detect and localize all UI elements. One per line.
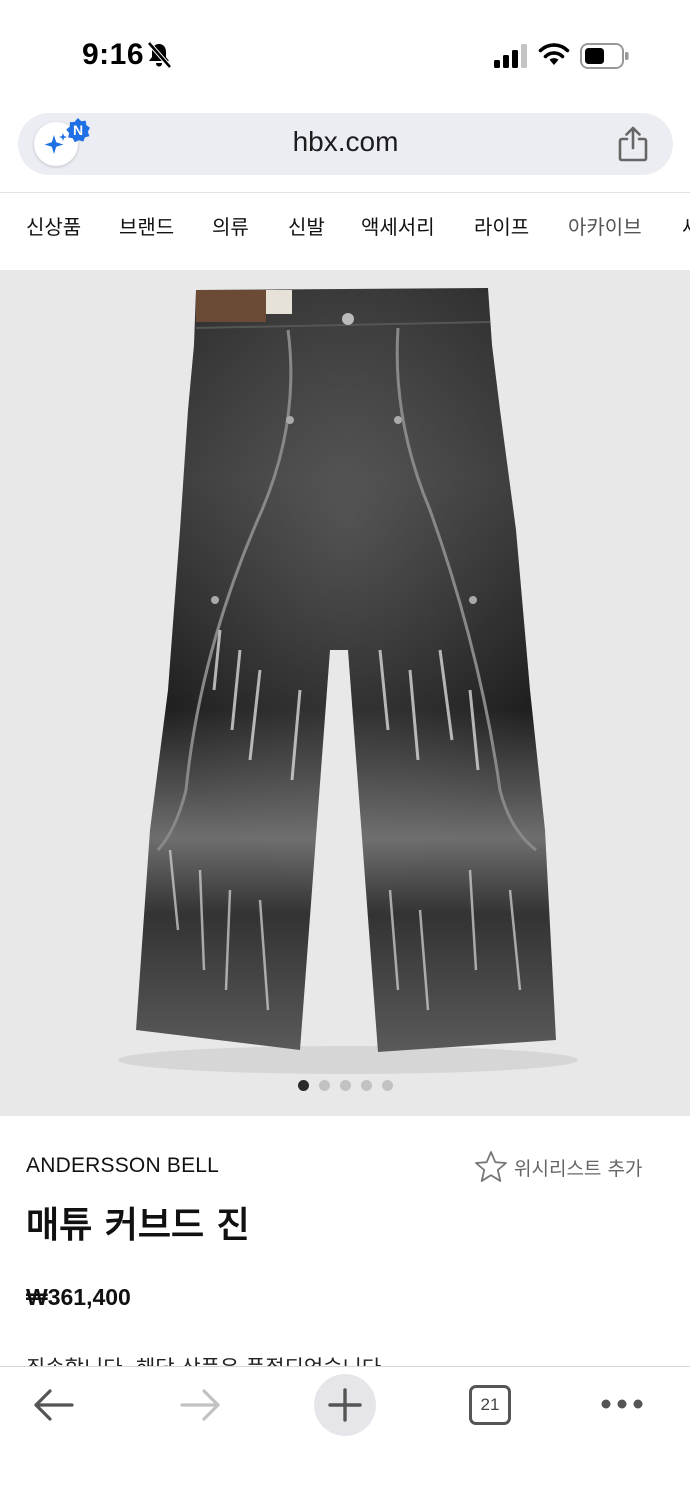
- carousel-dot[interactable]: [382, 1080, 393, 1091]
- carousel-dot[interactable]: [319, 1080, 330, 1091]
- url-text[interactable]: hbx.com: [18, 126, 673, 158]
- carousel-dot[interactable]: [298, 1080, 309, 1091]
- tab-count: 21: [480, 1395, 500, 1414]
- carousel-dots: [0, 1080, 690, 1094]
- jeans-photo: [118, 288, 578, 1074]
- nav-item-brands[interactable]: 브랜드: [119, 211, 174, 240]
- category-nav: 신상품 브랜드 의류 신발 액세서리 라이프 아카이브 세: [0, 193, 690, 270]
- address-bar[interactable]: N hbx.com: [18, 113, 673, 175]
- new-tab-button[interactable]: [314, 1374, 376, 1436]
- nav-item-more[interactable]: 세: [682, 211, 690, 240]
- share-icon[interactable]: [617, 126, 649, 162]
- wishlist-button[interactable]: 위시리스트 추가: [474, 1150, 664, 1184]
- nav-item-new[interactable]: 신상품: [26, 211, 81, 240]
- carousel-dot[interactable]: [361, 1080, 372, 1091]
- star-icon: [475, 1151, 507, 1182]
- brand-name[interactable]: ANDERSSON BELL: [26, 1154, 219, 1178]
- carousel-dot[interactable]: [340, 1080, 351, 1091]
- more-icon[interactable]: [600, 1397, 644, 1411]
- status-bar: 9:16: [0, 0, 690, 110]
- nav-item-accessories[interactable]: 액세서리: [361, 211, 435, 240]
- product-price: ₩361,400: [26, 1284, 131, 1310]
- nav-item-archive[interactable]: 아카이브: [568, 211, 642, 240]
- signal-icon: [494, 44, 527, 68]
- status-time: 9:16: [82, 38, 145, 71]
- browser-toolbar: 21: [0, 1366, 690, 1500]
- nav-item-clothing[interactable]: 의류: [212, 211, 249, 240]
- forward-arrow-icon[interactable]: [176, 1385, 224, 1425]
- back-arrow-icon[interactable]: [30, 1385, 78, 1425]
- wishlist-label: 위시리스트 추가: [514, 1158, 643, 1180]
- bell-off-icon: [147, 41, 172, 69]
- nav-item-footwear[interactable]: 신발: [288, 211, 325, 240]
- battery-icon: [580, 43, 629, 69]
- plus-icon: [328, 1388, 362, 1422]
- nav-item-life[interactable]: 라이프: [474, 211, 529, 240]
- wifi-icon: [538, 43, 570, 65]
- tabs-icon[interactable]: 21: [469, 1385, 511, 1425]
- product-title: 매튜 커브드 진: [26, 1205, 250, 1246]
- product-image[interactable]: [0, 270, 690, 1116]
